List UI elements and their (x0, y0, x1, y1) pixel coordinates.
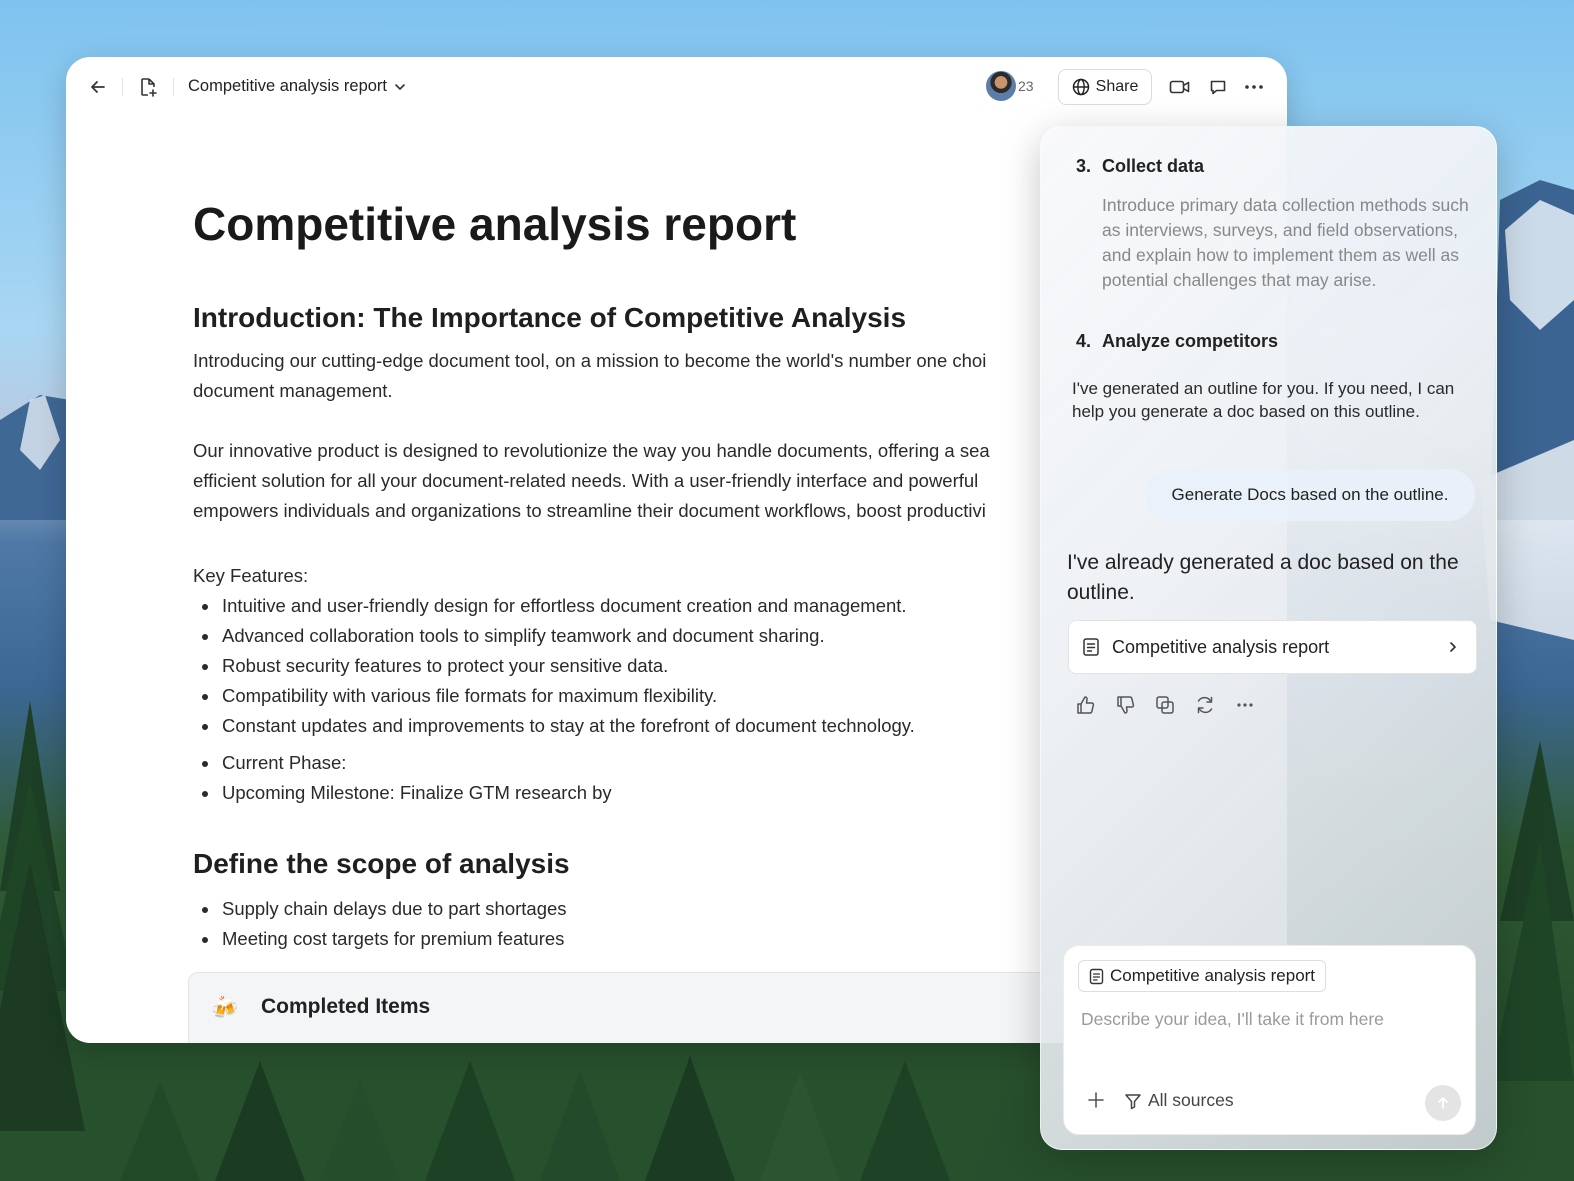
thumbs-up-button[interactable] (1074, 694, 1096, 716)
intro-heading: Introduction: The Importance of Competit… (193, 302, 907, 333)
response-actions (1074, 694, 1256, 716)
arrow-left-icon (91, 81, 105, 93)
video-call-button[interactable] (1168, 75, 1192, 99)
sources-label: All sources (1148, 1090, 1234, 1110)
list-item: Meeting cost targets for premium feature… (220, 924, 567, 954)
step-description: Introduce primary data collection method… (1102, 195, 1469, 290)
refresh-icon (1197, 696, 1213, 714)
more-actions-button[interactable] (1234, 694, 1256, 716)
list-item: Supply chain delays due to part shortage… (220, 894, 567, 924)
generated-doc-card[interactable]: Competitive analysis report (1068, 620, 1477, 674)
share-label: Share (1095, 78, 1139, 95)
ai-assistant-panel: 3. Collect data Introduce primary data c… (1040, 126, 1497, 1150)
prompt-input[interactable]: Describe your idea, I'll take it from he… (1081, 1009, 1384, 1030)
toolbar-divider (173, 78, 174, 96)
thumbs-down-button[interactable] (1114, 694, 1136, 716)
new-doc-button[interactable] (136, 75, 160, 99)
scope-list: Supply chain delays due to part shortage… (193, 894, 567, 954)
globe-icon (1072, 78, 1089, 96)
step-number: 3. (1076, 156, 1092, 176)
step-title: Analyze competitors (1102, 331, 1279, 351)
key-features-list: Intuitive and user-friendly design for e… (193, 591, 915, 741)
scope-heading: Define the scope of analysis (193, 848, 570, 879)
comment-icon (1210, 80, 1226, 95)
ai-outline-message: I've generated an outline for you. If yo… (1072, 379, 1455, 421)
comment-button[interactable] (1206, 75, 1230, 99)
page-title: Competitive analysis report (193, 198, 797, 250)
avatar[interactable] (986, 71, 1016, 101)
doc-title-label: Competitive analysis report (188, 77, 387, 95)
more-horizontal-icon (1245, 85, 1263, 89)
user-message-text: Generate Docs based on the outline. (1171, 485, 1449, 504)
step-number: 4. (1076, 331, 1092, 351)
regenerate-button[interactable] (1194, 694, 1216, 716)
copy-icon (1156, 696, 1174, 714)
document-icon (1089, 968, 1104, 984)
thumbs-down-icon (1117, 696, 1135, 714)
new-doc-icon (141, 78, 157, 97)
status-list: Current Phase: Upcoming Milestone: Final… (193, 748, 612, 808)
plus-icon[interactable] (1086, 1090, 1106, 1110)
user-message-bubble: Generate Docs based on the outline. (1145, 469, 1475, 521)
more-horizontal-icon (1237, 703, 1253, 707)
toolbar-divider (122, 78, 123, 96)
ai-reply-message: I've already generated a doc based on th… (1067, 551, 1459, 604)
send-button[interactable] (1425, 1085, 1461, 1121)
copy-button[interactable] (1154, 694, 1176, 716)
list-item: Compatibility with various file formats … (220, 681, 915, 711)
callout-title: Completed Items (261, 995, 431, 1018)
video-icon (1169, 80, 1190, 94)
document-icon (1083, 638, 1099, 656)
share-button[interactable]: Share (1058, 69, 1152, 105)
arrow-up-icon (1438, 1097, 1448, 1109)
doc-card-label: Competitive analysis report (1112, 636, 1330, 657)
context-doc-chip[interactable]: Competitive analysis report (1078, 960, 1327, 992)
thumbs-up-icon (1077, 696, 1095, 714)
list-item: Intuitive and user-friendly design for e… (220, 591, 915, 621)
beer-mugs-icon: 🍻 (211, 995, 239, 1020)
chevron-down-icon (395, 83, 405, 90)
more-button[interactable] (1242, 75, 1266, 99)
step-title: Collect data (1102, 156, 1205, 176)
sources-filter-button[interactable]: All sources (1124, 1090, 1234, 1111)
list-item: Constant updates and improvements to sta… (220, 711, 915, 741)
list-item: Robust security features to protect your… (220, 651, 915, 681)
back-button[interactable] (86, 75, 110, 99)
list-item: Current Phase: (220, 748, 612, 778)
list-item: Advanced collaboration tools to simplify… (220, 621, 915, 651)
filter-icon (1125, 1093, 1141, 1109)
document-toolbar: Competitive analysis report 23 Share (66, 57, 1287, 117)
list-item: Upcoming Milestone: Finalize GTM researc… (220, 778, 612, 808)
chat-composer: Competitive analysis report Describe you… (1063, 945, 1476, 1135)
chip-label: Competitive analysis report (1110, 966, 1316, 985)
doc-title-dropdown[interactable]: Competitive analysis report (188, 77, 407, 96)
collaborator-count[interactable]: 23 (1018, 78, 1034, 94)
chevron-right-icon (1450, 642, 1456, 652)
